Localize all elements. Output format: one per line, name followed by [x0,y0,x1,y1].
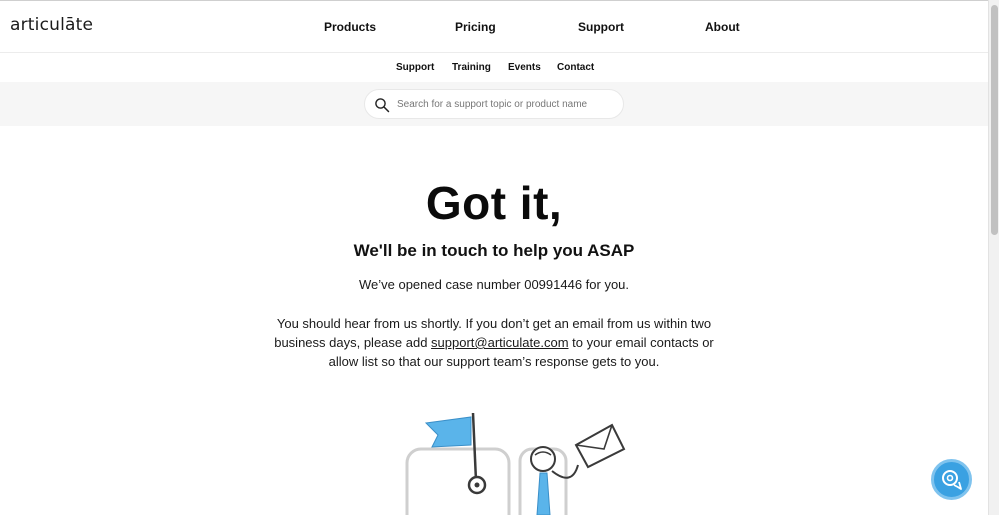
subnav-contact-link[interactable]: Contact [557,62,594,73]
chat-icon [942,470,962,490]
scrollbar-thumb[interactable] [991,5,998,235]
nav-about-link[interactable]: About [705,20,740,34]
search-icon[interactable] [374,97,390,113]
support-sub-nav: Support Training Events Contact [0,54,988,82]
search-box[interactable] [364,89,624,119]
case-number-text: We’ve opened case number 00991446 for yo… [358,277,630,292]
top-navigation-bar: articulāte Products Pricing Support Abou… [0,0,988,53]
nav-support-link[interactable]: Support [578,20,624,34]
chat-support-button[interactable] [931,459,972,500]
search-input[interactable] [397,95,617,113]
search-band [0,82,988,126]
subnav-support-link[interactable]: Support [396,62,434,73]
follow-up-message: You should hear from us shortly. If you … [274,314,714,371]
articulate-logo[interactable]: articulāte [10,15,93,35]
support-illustration [405,412,626,515]
subnav-events-link[interactable]: Events [508,62,541,73]
subnav-training-link[interactable]: Training [452,62,491,73]
page-subheadline: We'll be in touch to help you ASAP [353,241,635,260]
nav-products-link[interactable]: Products [324,20,376,34]
support-email-link[interactable]: support@articulate.com [431,335,568,350]
page-scrollbar[interactable] [988,0,999,515]
page-headline: Got it, [425,177,563,229]
left-card-shape [405,447,511,515]
nav-pricing-link[interactable]: Pricing [455,20,496,34]
envelope-icon [574,423,626,469]
